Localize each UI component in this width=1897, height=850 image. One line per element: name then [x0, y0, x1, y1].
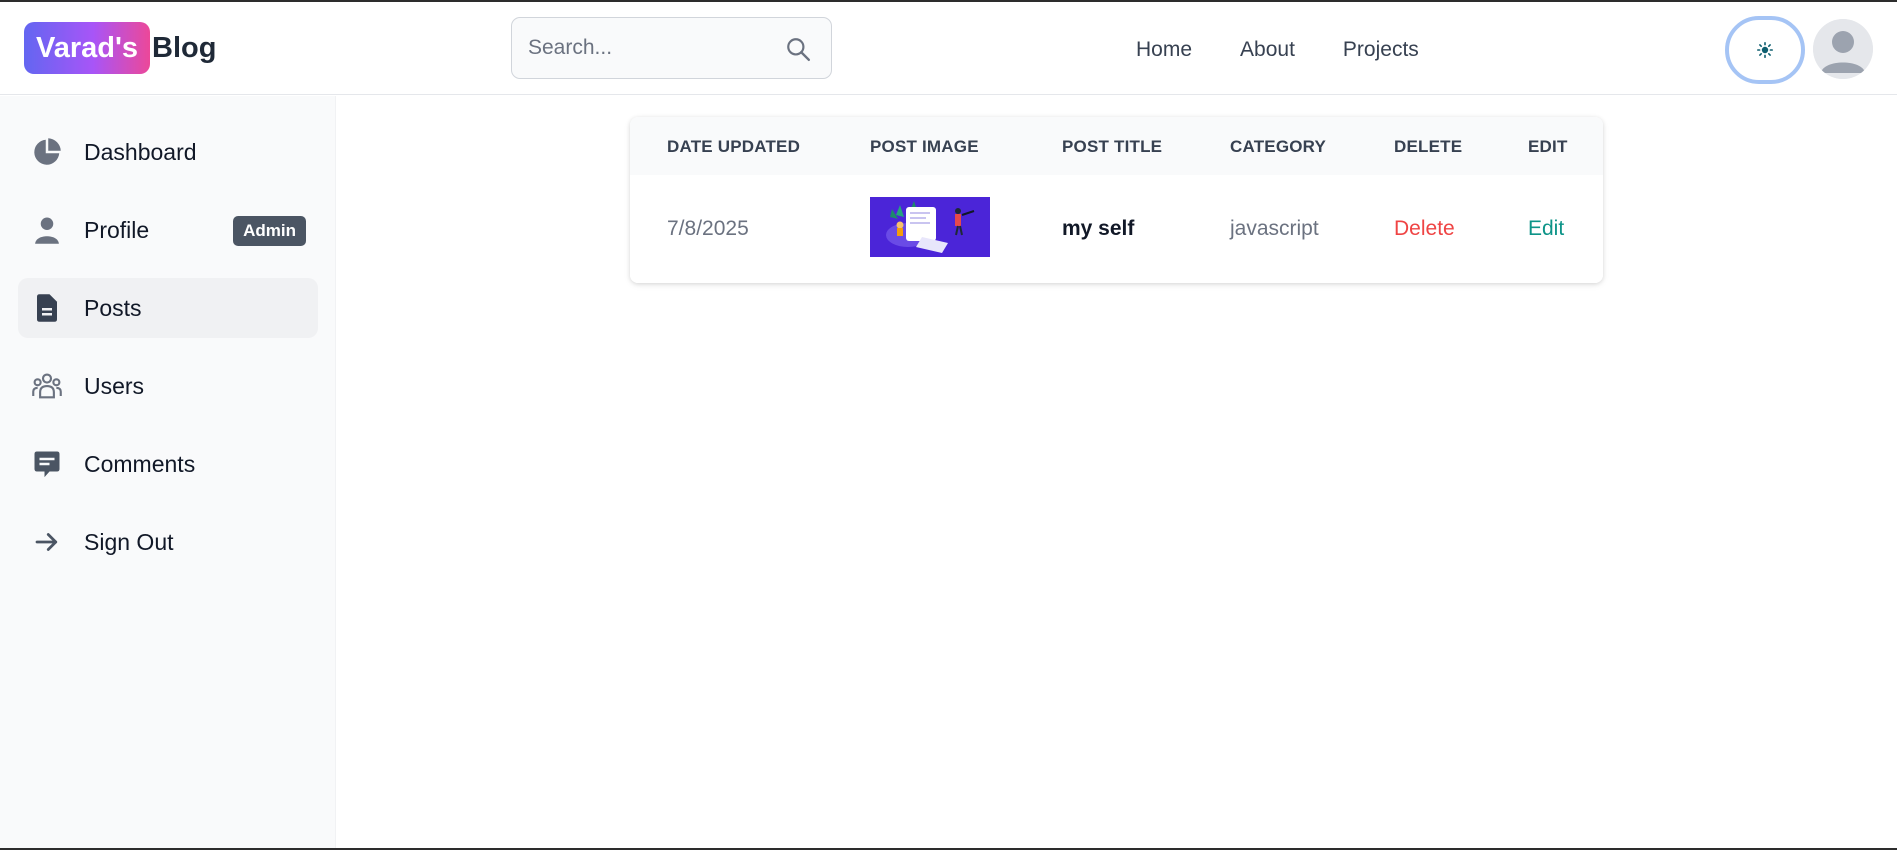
sidebar-item-label: Posts	[84, 294, 142, 321]
post-thumbnail[interactable]	[870, 197, 990, 257]
nav-projects[interactable]: Projects	[1343, 38, 1419, 62]
search-icon[interactable]	[785, 36, 811, 62]
sidebar-item-posts[interactable]: Posts	[18, 278, 318, 338]
header-delete: DELETE	[1394, 137, 1463, 156]
sun-icon	[1757, 42, 1773, 58]
pie-chart-icon	[34, 138, 61, 165]
nav-home[interactable]: Home	[1136, 38, 1192, 62]
header-edit: EDIT	[1528, 137, 1568, 156]
dashboard-sidebar: Dashboard Profile Admin Posts Users Comm…	[0, 96, 336, 848]
user-avatar[interactable]	[1813, 19, 1873, 79]
sidebar-item-comments[interactable]: Comments	[18, 434, 318, 494]
sidebar-item-label: Dashboard	[84, 138, 197, 165]
table-row: 7/8/2025 my self javascript Delete Edit	[630, 175, 1603, 283]
user-icon	[35, 217, 59, 244]
theme-toggle-button[interactable]	[1725, 16, 1805, 84]
arrow-right-icon	[35, 533, 58, 551]
delete-post-button[interactable]: Delete	[1394, 217, 1455, 241]
sidebar-item-label: Users	[84, 372, 145, 399]
logo-highlight: Varad's	[24, 22, 151, 74]
header-post-image: POST IMAGE	[870, 137, 979, 156]
document-icon	[37, 294, 57, 322]
sidebar-item-dashboard[interactable]: Dashboard	[18, 122, 318, 182]
nav-about[interactable]: About	[1240, 38, 1295, 62]
post-category: javascript	[1230, 217, 1319, 240]
sidebar-item-label: Comments	[84, 450, 196, 477]
header-category: CATEGORY	[1230, 137, 1327, 156]
site-logo[interactable]: Varad's Blog	[24, 22, 216, 74]
search-box	[511, 17, 832, 79]
main-nav: Home About Projects	[1136, 38, 1419, 62]
edit-post-link[interactable]: Edit	[1528, 217, 1564, 241]
header-post-title: POST TITLE	[1062, 137, 1163, 156]
sidebar-item-users[interactable]: Users	[18, 356, 318, 416]
post-title-link[interactable]: my self	[1062, 217, 1134, 241]
sidebar-item-sign-out[interactable]: Sign Out	[18, 512, 318, 572]
top-navbar: Varad's Blog Home About Projects	[0, 2, 1897, 95]
comment-icon	[34, 451, 60, 478]
posts-table: DATE UPDATED POST IMAGE POST TITLE CATEG…	[630, 117, 1603, 283]
users-group-icon	[32, 373, 62, 399]
post-date: 7/8/2025	[667, 217, 749, 240]
sidebar-item-label: Profile	[84, 216, 150, 243]
role-badge: Admin	[233, 216, 306, 246]
table-header: DATE UPDATED POST IMAGE POST TITLE CATEG…	[630, 117, 1603, 175]
header-date-updated: DATE UPDATED	[667, 137, 801, 156]
search-input[interactable]	[512, 18, 772, 78]
post-illustration	[870, 197, 990, 257]
sidebar-item-profile[interactable]: Profile Admin	[18, 200, 318, 260]
logo-text: Blog	[152, 31, 217, 64]
user-avatar-icon	[1813, 19, 1873, 79]
sidebar-item-label: Sign Out	[84, 528, 174, 555]
